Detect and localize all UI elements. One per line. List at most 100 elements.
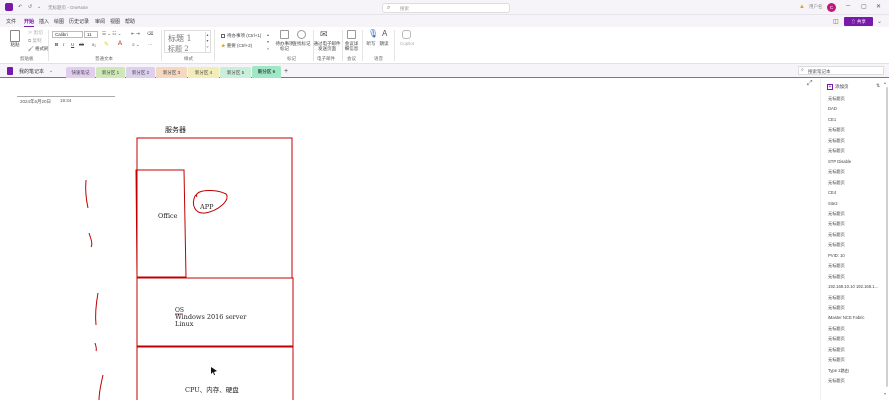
page-list-item[interactable]: 无标题页 [828,274,886,280]
page-list-item[interactable]: 无标题页 [828,295,886,301]
page-list-item[interactable]: 无标题页 [828,221,886,227]
paste-button[interactable]: 粘贴 [8,42,22,47]
email-icon[interactable]: ✉ [320,29,328,40]
page-list-item[interactable]: DAD [828,106,886,111]
meeting-details-button[interactable]: 会议详细信息 [343,41,360,51]
tags-scroll[interactable]: ▴ ▾ ▿ [267,31,269,52]
maximize-button[interactable]: ▢ [861,3,867,10]
back-icon[interactable]: ↶ [18,4,22,10]
strikethrough-button[interactable]: ab [79,42,84,47]
scroll-down-icon[interactable]: ▾ [884,391,886,396]
page-list-item[interactable]: PVID: 10 [828,253,886,258]
list-buttons[interactable]: ☰ ⌄ ☷ ⌄ [102,31,121,37]
ribbon-more-icon[interactable]: ⌄ [877,18,882,25]
add-section-button[interactable]: + [284,68,288,76]
sort-icon[interactable]: ⇅ [876,83,880,89]
share-button[interactable]: ⇧ 共享 [844,17,873,26]
page-list-item[interactable]: 无标题页 [828,305,886,311]
page-list-item[interactable]: 无标题页 [828,336,886,342]
section-tab[interactable]: 新分区 5 [220,67,251,78]
avatar[interactable]: C [827,3,836,12]
font-color-icon[interactable]: A [118,41,122,47]
ink-drawing[interactable]: 服务器 Office APP OS Windows 2016 server Li… [0,79,820,400]
tab-file[interactable]: 文件 [6,18,16,25]
section-tab[interactable]: 新分区 6 [252,66,281,78]
add-page-button[interactable]: + 添加页 [827,82,883,91]
quick-access-chevron-icon[interactable]: ⌄ [37,4,41,10]
styles-gallery[interactable]: 标题 1 标题 2 ▴ ▾ ▿ [164,30,211,53]
page-list-item[interactable]: 无标题页 [828,138,886,144]
subscript-icon[interactable]: x₂ [92,42,96,47]
minimize-button[interactable]: ─ [846,3,850,9]
align-icon[interactable]: ≡ ⌄ [132,42,140,48]
page-list-item[interactable]: CE4 [828,190,886,195]
section-tab[interactable]: 新分区 4 [188,67,219,78]
page-list-item[interactable]: 无标题页 [828,232,886,238]
page-list-item[interactable]: iMaster NCE Fabric [828,315,886,320]
page-list-item[interactable]: 无标题页 [828,263,886,269]
format-painter-button[interactable]: 🖌 格式刷 [28,46,48,52]
font-size-combo[interactable]: 11 [84,31,98,38]
page-canvas[interactable]: 2024年6月20日 19:34 ⤢ 服务器 Office APP OS Win… [0,79,820,400]
meeting-details-icon[interactable] [347,30,356,39]
page-list-item[interactable]: 无标题页 [828,347,886,353]
tab-insert[interactable]: 插入 [39,18,49,25]
page-list-item[interactable]: CE1 [828,117,886,122]
dictate-button[interactable]: 听写 [365,41,377,46]
heading-1-style[interactable]: 标题 1 [168,33,192,44]
important-tag-button[interactable]: ★ 重要 (Ctrl+2) [221,43,252,49]
page-list-item[interactable]: 无标题页 [828,357,886,363]
email-page-button[interactable]: 通过电子邮件发送页面 [313,41,341,51]
styles-scroll[interactable]: ▴ ▾ ▿ [205,32,209,52]
scroll-thumb[interactable] [885,87,888,387]
find-tags-icon[interactable] [297,30,306,39]
tab-help[interactable]: 帮助 [125,18,135,25]
page-list-item[interactable]: 无标题页 [828,96,886,102]
page-list-item[interactable]: 无标题页 [828,127,886,133]
page-list-scrollbar[interactable]: ▴ ▾ [884,79,889,400]
search-box[interactable]: ⌕ 搜索 [382,3,510,13]
notebook-search-box[interactable]: ⌕ 搜索笔记本 [798,66,884,75]
bold-button[interactable]: B [55,42,58,47]
todo-tag-button[interactable]: 待办事项 (Ctrl+1) [221,33,261,39]
tab-view[interactable]: 视图 [110,18,120,25]
copy-button[interactable]: ⧉ 复制 [28,38,41,44]
section-tab[interactable]: 新分区 1 [96,67,125,78]
page-list-item[interactable]: Type 2路由 [828,368,886,374]
section-tab[interactable]: 快速笔记 [66,67,95,78]
read-aloud-button[interactable]: 朗读 [378,41,390,46]
chevron-down-icon[interactable]: ⌄ [49,68,53,74]
cut-button[interactable]: ✂ 剪切 [28,30,43,36]
clear-format-icon[interactable]: ⌫ [147,31,153,37]
page-list-item[interactable]: 无标题页 [828,180,886,186]
page-list-item[interactable]: 无标题页 [828,148,886,154]
tab-home[interactable]: 开始 [24,18,35,27]
section-tab[interactable]: 新分区 2 [126,67,155,78]
immersive-reader-icon[interactable]: A [382,29,387,38]
todo-tag-icon[interactable] [280,30,289,39]
more-format-icon[interactable]: ⋯ [148,42,153,48]
heading-2-style[interactable]: 标题 2 [168,44,189,54]
page-list-item[interactable]: 192.168.10.10 192.168.1... [828,284,886,289]
section-tab[interactable]: 新分区 3 [156,67,187,78]
microphone-icon[interactable]: 🎙 [368,29,378,38]
scroll-up-icon[interactable]: ▴ [884,80,886,85]
notifications-icon[interactable]: ◫ [833,18,839,25]
page-list-item[interactable]: 无标题页 [828,378,886,384]
warning-icon[interactable]: ▲ [799,4,805,10]
undo-icon[interactable]: ↺ [28,4,32,10]
underline-button[interactable]: U [71,42,74,47]
page-list-item[interactable]: Site2 [828,201,886,206]
page-list-item[interactable]: 无标题页 [828,242,886,248]
highlight-icon[interactable]: ✎ [104,41,109,48]
tab-draw[interactable]: 绘图 [54,18,64,25]
tab-history[interactable]: 历史记录 [69,18,89,25]
page-list-item[interactable]: 无标题页 [828,211,886,217]
tab-review[interactable]: 审阅 [95,18,105,25]
paste-icon[interactable] [10,30,20,42]
close-button[interactable]: ✕ [876,3,881,10]
italic-button[interactable]: I [63,42,64,47]
page-list-item[interactable]: 无标题页 [828,169,886,175]
page-list-item[interactable]: STP Disable [828,159,886,164]
notebook-name[interactable]: 我的笔记本 [19,68,44,75]
